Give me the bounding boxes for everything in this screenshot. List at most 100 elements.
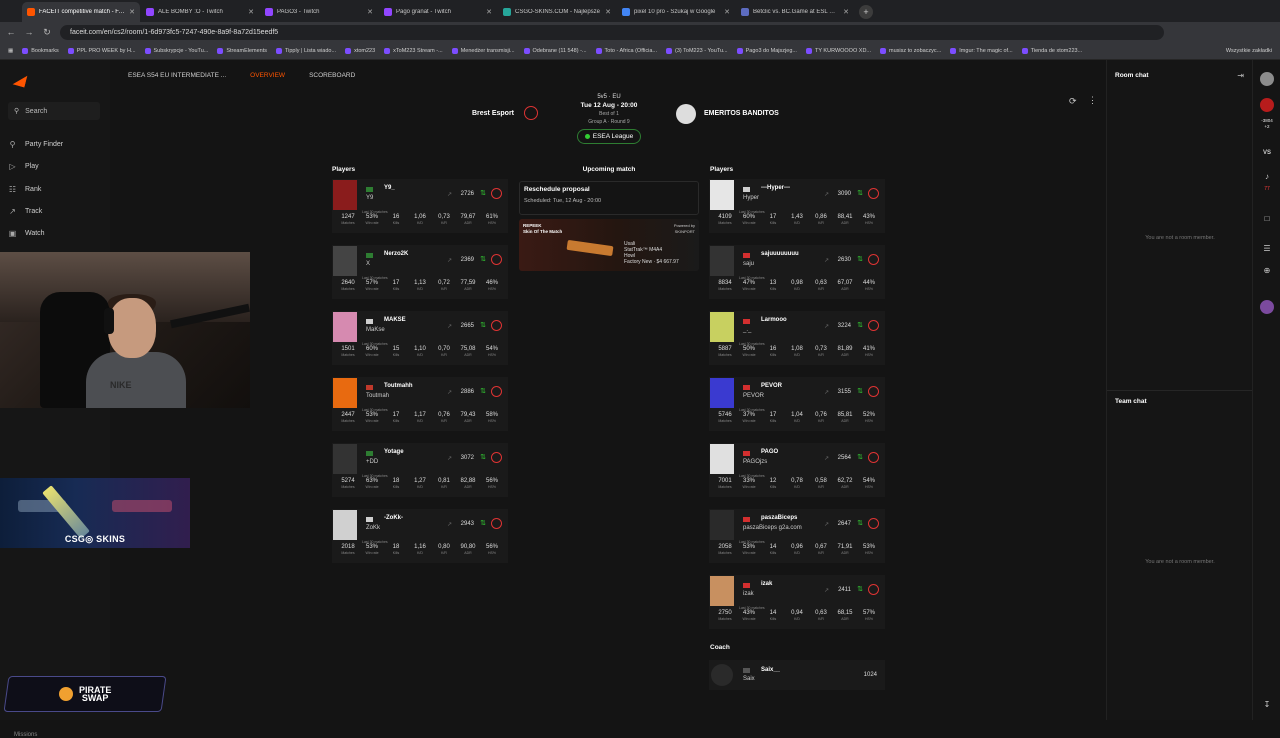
close-tab-icon[interactable]: ✕ xyxy=(605,8,611,16)
close-tab-icon[interactable]: ✕ xyxy=(248,8,254,16)
bookmark-item[interactable]: Imgur: The magic of... xyxy=(950,47,1013,54)
url-field[interactable]: faceit.com/en/cs2/room/1-6d973fc5-7247-4… xyxy=(60,24,1164,40)
bookmark-favicon-icon xyxy=(880,47,886,54)
all-bookmarks[interactable]: Wszystkie zakładki xyxy=(1226,48,1280,54)
back-icon[interactable]: ← xyxy=(6,27,16,37)
browser-tab-title: Pago granat - Twitch xyxy=(396,9,451,15)
tab-scoreboard[interactable]: SCOREBOARD xyxy=(309,72,355,79)
sidebar-item-party-finder[interactable]: ⚲ Party Finder xyxy=(8,140,64,149)
player-card[interactable]: izak izak ↗ 2411 ⇅ Last 30 matches 2750 Matches… xyxy=(709,575,885,629)
team-a-logo-icon[interactable] xyxy=(521,103,541,123)
user-avatar[interactable] xyxy=(1253,72,1280,88)
pirate-skull-icon xyxy=(58,687,73,701)
bookmark-item[interactable]: PPL PRO WEEK by H... xyxy=(67,47,136,54)
rank-badge-icon[interactable] xyxy=(1253,98,1280,114)
bookmark-item[interactable]: Bookmarks xyxy=(22,47,59,54)
competition-title[interactable]: ESEA S54 EU INTERMEDIATE ... xyxy=(128,72,226,79)
sidebar-item-watch[interactable]: ▣ Watch xyxy=(8,229,45,238)
vs-icon[interactable]: VS xyxy=(1253,150,1280,156)
party-icon[interactable]: ☰ xyxy=(1253,244,1280,253)
download-icon[interactable]: ↧ xyxy=(1253,700,1280,709)
player-card[interactable]: Nerzo2K X ↗ 2369 ⇅ Last 30 matches 2640 Matches… xyxy=(332,245,508,299)
reschedule-proposal[interactable]: Reschedule proposal Scheduled: Tue, 12 A… xyxy=(519,181,699,215)
browser-tab[interactable]: pixel 10 pro - Szukaj w Google ✕ xyxy=(617,2,735,22)
country-flag-icon xyxy=(743,517,750,522)
league-badge[interactable]: ESEA League xyxy=(576,129,642,144)
add-friend-icon[interactable]: ⊕ xyxy=(1253,266,1280,275)
bookmark-label: xToM223 Stream -... xyxy=(393,47,443,54)
bookmark-item[interactable]: Pago3 do Majszjeg... xyxy=(736,47,797,54)
apps-icon[interactable]: ▦ xyxy=(8,48,13,54)
browser-tab[interactable]: PAGO3 - Twitch ✕ xyxy=(260,2,378,22)
missions-link[interactable]: Missions xyxy=(14,732,37,738)
player-card[interactable]: sajuuuuuuuu saju ↗ 2630 ⇅ Last 30 matches 8834… xyxy=(709,245,885,299)
player-card[interactable]: -ZoKk- ZoKk ↗ 2943 ⇅ Last 30 matches 2018 Match… xyxy=(332,509,508,563)
browser-tab[interactable]: Pago granat - Twitch ✕ xyxy=(379,2,497,22)
team-a-name[interactable]: Brest Esport xyxy=(472,110,514,117)
bookmark-item[interactable]: musisz to zobaczyc... xyxy=(880,47,941,54)
bookmark-item[interactable]: Odebrane (11 548) -... xyxy=(523,47,587,54)
player-card[interactable]: paszaBiceps paszaBiceps g2a.com ↗ 2647 ⇅ Last… xyxy=(709,509,885,563)
sidebar-search[interactable]: ⚲ Search xyxy=(8,102,100,120)
bookmark-item[interactable]: Subskrypcje - YouTu... xyxy=(144,47,208,54)
player-card[interactable]: Larmooo _._ ↗ 3224 ⇅ Last 30 matches 5887 Match… xyxy=(709,311,885,365)
browser-tab[interactable]: ALE BOMBY :O - Twitch ✕ xyxy=(141,2,259,22)
bookmark-item[interactable]: xtom223 xyxy=(345,47,375,54)
stat-cell: 1247 Matches xyxy=(336,214,360,225)
stat-value: 17 xyxy=(769,412,777,418)
new-tab-button[interactable]: + xyxy=(859,5,873,19)
bookmark-item[interactable]: Tipply | Lista wiado... xyxy=(276,47,336,54)
friend-avatar[interactable] xyxy=(1253,300,1280,316)
close-tab-icon[interactable]: ✕ xyxy=(724,8,730,16)
stat-label: Win rate xyxy=(365,485,379,489)
player-card[interactable]: MAKSE MaKse ↗ 2665 ⇅ Last 30 matches 1501 Match… xyxy=(332,311,508,365)
bookmark-item[interactable]: (3) ToM223 - YouTu... xyxy=(666,47,728,54)
player-card[interactable]: Y9_ Y9 ↗ 2726 ⇅ Last 30 matches 1247 Matches 53%… xyxy=(332,179,508,233)
stat-cell: 8834 Matches xyxy=(713,280,737,291)
team-b-name[interactable]: EMERITOS BANDITOS xyxy=(704,110,779,117)
reload-icon[interactable]: ↻ xyxy=(42,27,52,38)
skill-level-icon xyxy=(491,518,502,529)
stat-cell: 14 Kills xyxy=(761,544,785,555)
elo-arrow-icon: ⇅ xyxy=(480,190,486,197)
team-b-logo-icon[interactable] xyxy=(676,104,696,124)
player-card[interactable]: PEVOR PEVOR ↗ 3155 ⇅ Last 30 matches 5746 Match… xyxy=(709,377,885,431)
player-card[interactable]: PAGO PAGOjzs ↗ 2564 ⇅ Last 30 matches 7001 Matc… xyxy=(709,443,885,497)
close-tab-icon[interactable]: ✕ xyxy=(486,8,492,16)
tab-overview[interactable]: OVERVIEW xyxy=(250,72,285,79)
bookmark-label: Toto - Africa (Officia... xyxy=(604,47,657,54)
close-tab-icon[interactable]: ✕ xyxy=(367,8,373,16)
stat-value: 53% xyxy=(365,544,378,550)
stat-label: Matches xyxy=(718,353,732,357)
player-card[interactable]: Yotage +DD ↗ 3072 ⇅ Last 30 matches 5274 Matche… xyxy=(332,443,508,497)
stat-cell: 58% HS% xyxy=(480,412,504,423)
coach-card[interactable]: Saix__ Saix 1024 xyxy=(709,660,885,690)
player-avatar xyxy=(333,180,357,210)
player-card[interactable]: Toutmahh Toutmah ↗ 2886 ⇅ Last 30 matches 2447… xyxy=(332,377,508,431)
bookmark-item[interactable]: Menedżer transmisji... xyxy=(451,47,515,54)
bookmark-item[interactable]: StreamElements xyxy=(217,47,267,54)
bookmark-item[interactable]: TY KURWOOOO XD... xyxy=(805,47,871,54)
collapse-chat-icon[interactable]: ⇥ xyxy=(1237,71,1244,80)
elo-trend-icon: ↗ xyxy=(446,324,452,330)
player-avatar xyxy=(710,312,734,342)
sidebar-item-play[interactable]: ▷ Play xyxy=(8,162,38,171)
bookmark-item[interactable]: Toto - Africa (Officia... xyxy=(595,47,657,54)
faceit-logo-icon[interactable] xyxy=(12,72,28,88)
notification-bell-icon[interactable]: ♪ xyxy=(1253,172,1280,181)
stat-cell: 52% HS% xyxy=(857,412,881,423)
close-tab-icon[interactable]: ✕ xyxy=(843,8,849,16)
bookmark-item[interactable]: xToM223 Stream -... xyxy=(384,47,443,54)
sidebar-item-rank[interactable]: ☷ Rank xyxy=(8,185,41,194)
stat-cell: 41% HS% xyxy=(857,346,881,357)
browser-tab[interactable]: Betclic vs. BC.Game at ESL Chal ✕ xyxy=(736,2,854,22)
player-card[interactable]: ---Hyper--- Hyper ↗ 3090 ⇅ Last 30 matches 410… xyxy=(709,179,885,233)
close-tab-icon[interactable]: ✕ xyxy=(129,8,135,16)
skin-of-match-card[interactable]: REPEEK Skin Of The Match Usali StatTrak™ M… xyxy=(519,219,699,271)
chat-icon[interactable]: □ xyxy=(1253,214,1280,223)
bookmark-item[interactable]: Tienda de xtom223... xyxy=(1021,47,1082,54)
sidebar-item-track[interactable]: ↗ Track xyxy=(8,207,42,216)
forward-icon[interactable]: → xyxy=(24,27,34,37)
browser-tab[interactable]: FACEIT competitive match - FAC ✕ xyxy=(22,2,140,22)
browser-tab[interactable]: CSGO-SKINS.COM - Najlepsze ✕ xyxy=(498,2,616,22)
